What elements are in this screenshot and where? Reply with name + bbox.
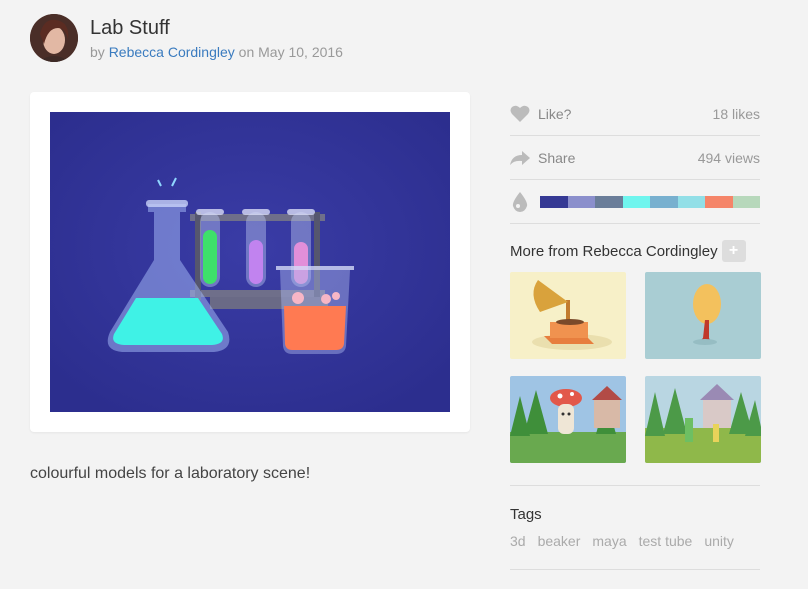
- tag-beaker[interactable]: beaker: [538, 533, 581, 549]
- share-label[interactable]: Share: [538, 150, 575, 166]
- tags-bottom-divider: [510, 569, 760, 570]
- palette-swatch[interactable]: [595, 195, 623, 208]
- like-label[interactable]: Like?: [538, 106, 571, 122]
- follow-plus-button[interactable]: +: [721, 240, 746, 262]
- palette-swatch[interactable]: [622, 195, 650, 208]
- views-count: 494 views: [697, 149, 760, 166]
- color-palette: [540, 195, 760, 208]
- author-avatar[interactable]: [30, 14, 78, 62]
- palette-swatch[interactable]: [540, 195, 568, 208]
- heart-icon[interactable]: [510, 104, 530, 124]
- byline: by Rebecca Cordingley on May 10, 2016: [90, 44, 343, 60]
- droplet-icon: [510, 191, 530, 212]
- likes-count: 18 likes: [712, 105, 760, 122]
- by-label: by: [90, 44, 105, 60]
- artwork-image[interactable]: [50, 112, 450, 412]
- palette-swatch[interactable]: [732, 195, 760, 208]
- palette-swatch[interactable]: [705, 195, 733, 208]
- palette-swatch[interactable]: [650, 195, 678, 208]
- on-label: on: [238, 44, 255, 60]
- more-from-title: More from Rebecca Cordingley: [510, 242, 718, 260]
- tag-maya[interactable]: maya: [592, 533, 626, 549]
- post-date: May 10, 2016: [258, 44, 343, 60]
- thumbnail-gramophone[interactable]: [510, 272, 626, 359]
- tags-divider: [510, 485, 760, 486]
- thumbnail-mushroom-character[interactable]: [510, 376, 626, 463]
- palette-row: [510, 180, 760, 224]
- share-icon[interactable]: [510, 148, 530, 168]
- post-title: Lab Stuff: [90, 17, 170, 39]
- tags-title: Tags: [510, 506, 542, 523]
- thumbnail-forest-house[interactable]: [645, 376, 761, 463]
- author-link[interactable]: Rebecca Cordingley: [109, 44, 235, 60]
- more-thumbnails: [510, 272, 761, 463]
- tag-list: 3d beaker maya test tube unity: [510, 533, 760, 549]
- tag-unity[interactable]: unity: [704, 533, 734, 549]
- more-from-header: More from Rebecca Cordingley +: [510, 238, 760, 264]
- palette-swatch[interactable]: [567, 195, 595, 208]
- artwork-card: [30, 92, 470, 432]
- post-header: Lab Stuff by Rebecca Cordingley on May 1…: [30, 14, 343, 62]
- thumbnail-autumn-tree[interactable]: [645, 272, 761, 359]
- share-row[interactable]: Share 494 views: [510, 136, 760, 180]
- sidebar: Like? 18 likes Share 494 views More from…: [510, 92, 761, 570]
- tag-test-tube[interactable]: test tube: [639, 533, 693, 549]
- post-description: colourful models for a laboratory scene!: [30, 465, 311, 482]
- tag-3d[interactable]: 3d: [510, 533, 526, 549]
- like-row[interactable]: Like? 18 likes: [510, 92, 760, 136]
- palette-swatch[interactable]: [677, 195, 705, 208]
